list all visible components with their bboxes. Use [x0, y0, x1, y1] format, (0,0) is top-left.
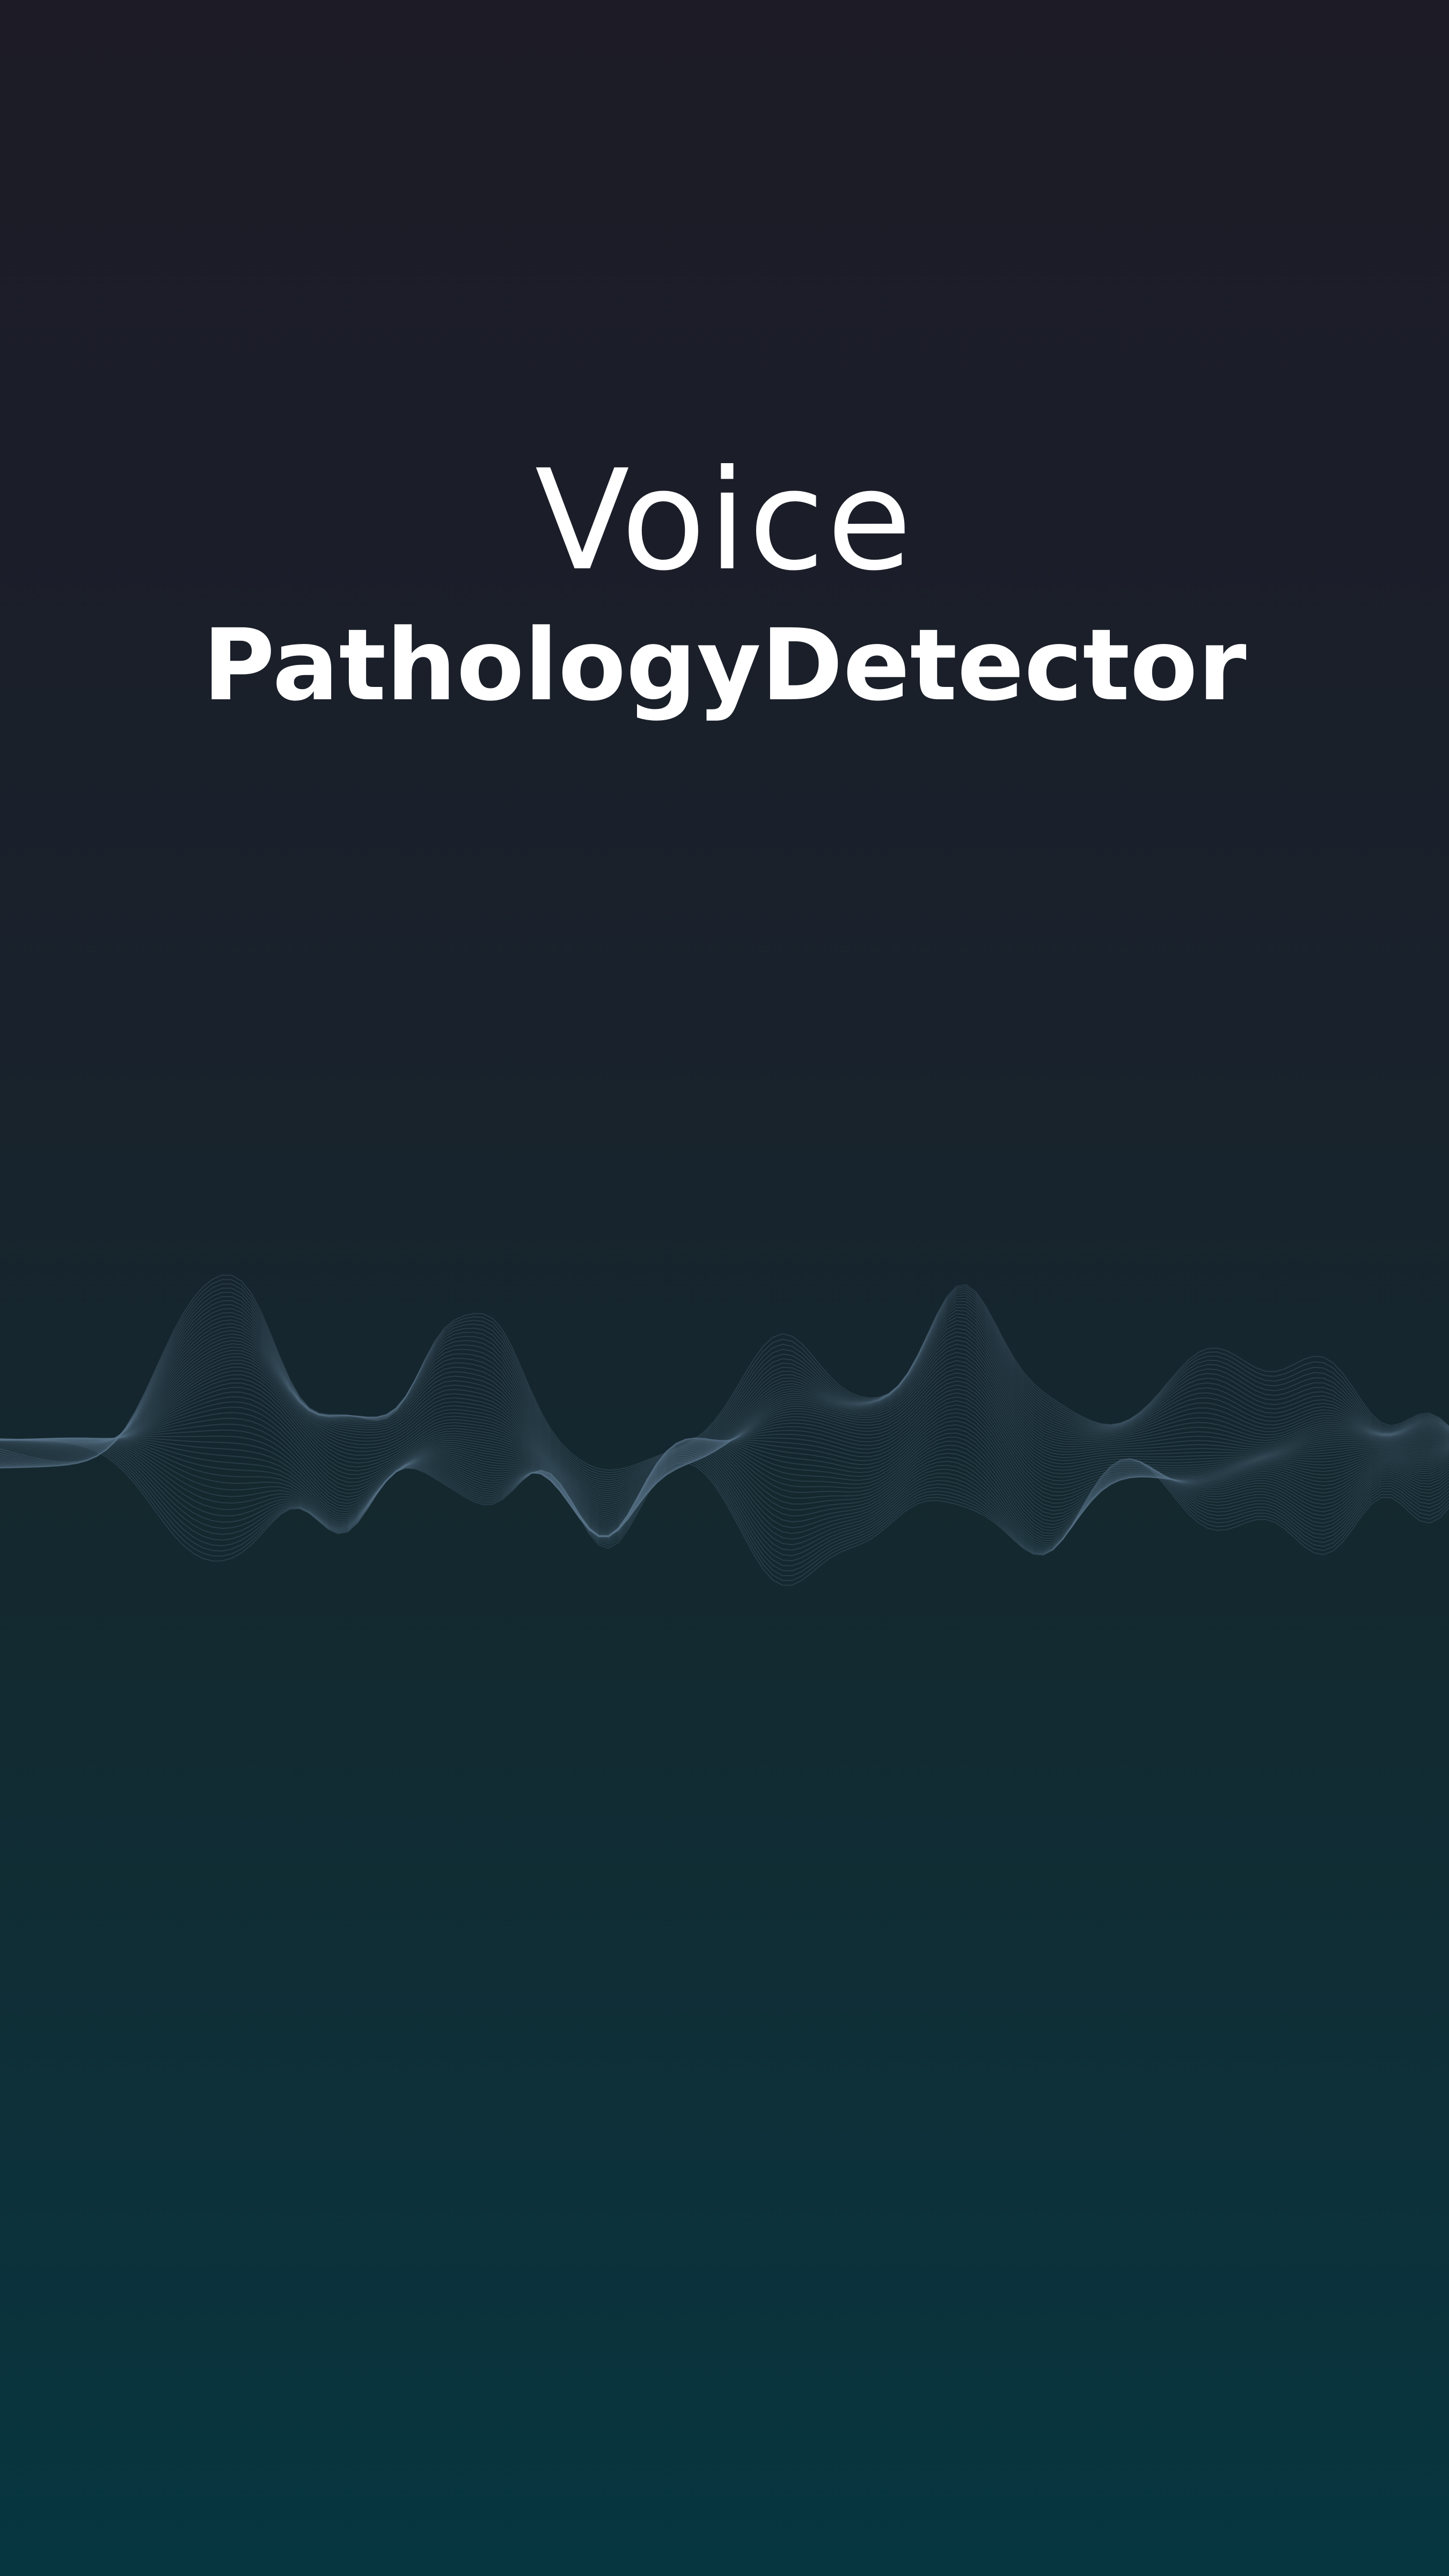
app-title-line-pathology-detector: PathologyDetector: [202, 608, 1247, 723]
wave-line: [0, 1301, 1449, 1487]
wave-line: [0, 1437, 1449, 1542]
sound-wave-graphic: [0, 1274, 1449, 1586]
wave-line: [0, 1382, 1449, 1531]
app-title-line-voice: Voice: [535, 440, 914, 601]
splash-screen: Voice PathologyDetector: [0, 0, 1449, 2576]
app-title: Voice PathologyDetector: [0, 440, 1449, 741]
